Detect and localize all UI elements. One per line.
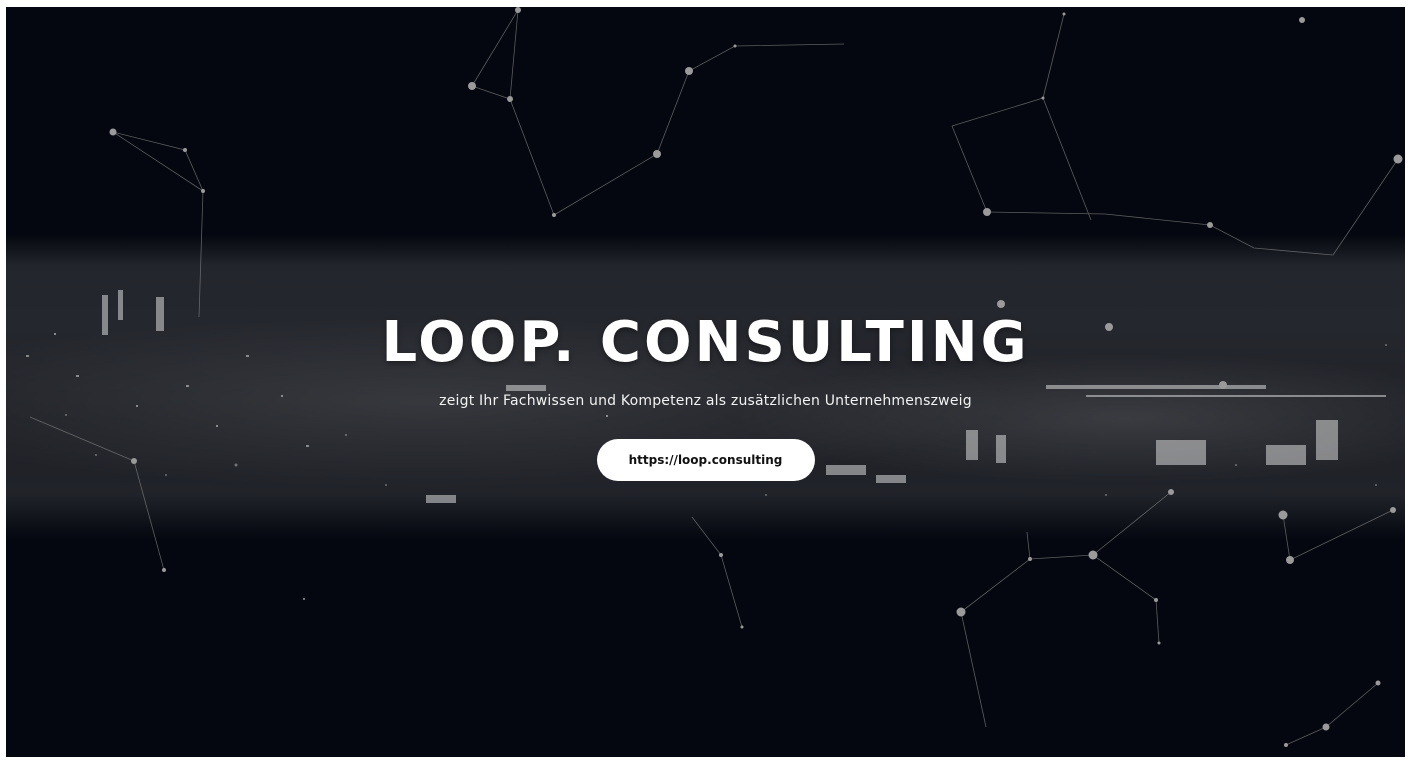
hero-title: LOOP. CONSULTING — [381, 310, 1030, 375]
website-link-button[interactable]: https://loop.consulting — [596, 439, 815, 481]
hero-content: LOOP. CONSULTING zeigt Ihr Fachwissen un… — [6, 307, 1405, 481]
hero-banner: LOOP. CONSULTING zeigt Ihr Fachwissen un… — [6, 7, 1405, 757]
hero-subtitle: zeigt Ihr Fachwissen und Kompetenz als z… — [439, 393, 972, 409]
